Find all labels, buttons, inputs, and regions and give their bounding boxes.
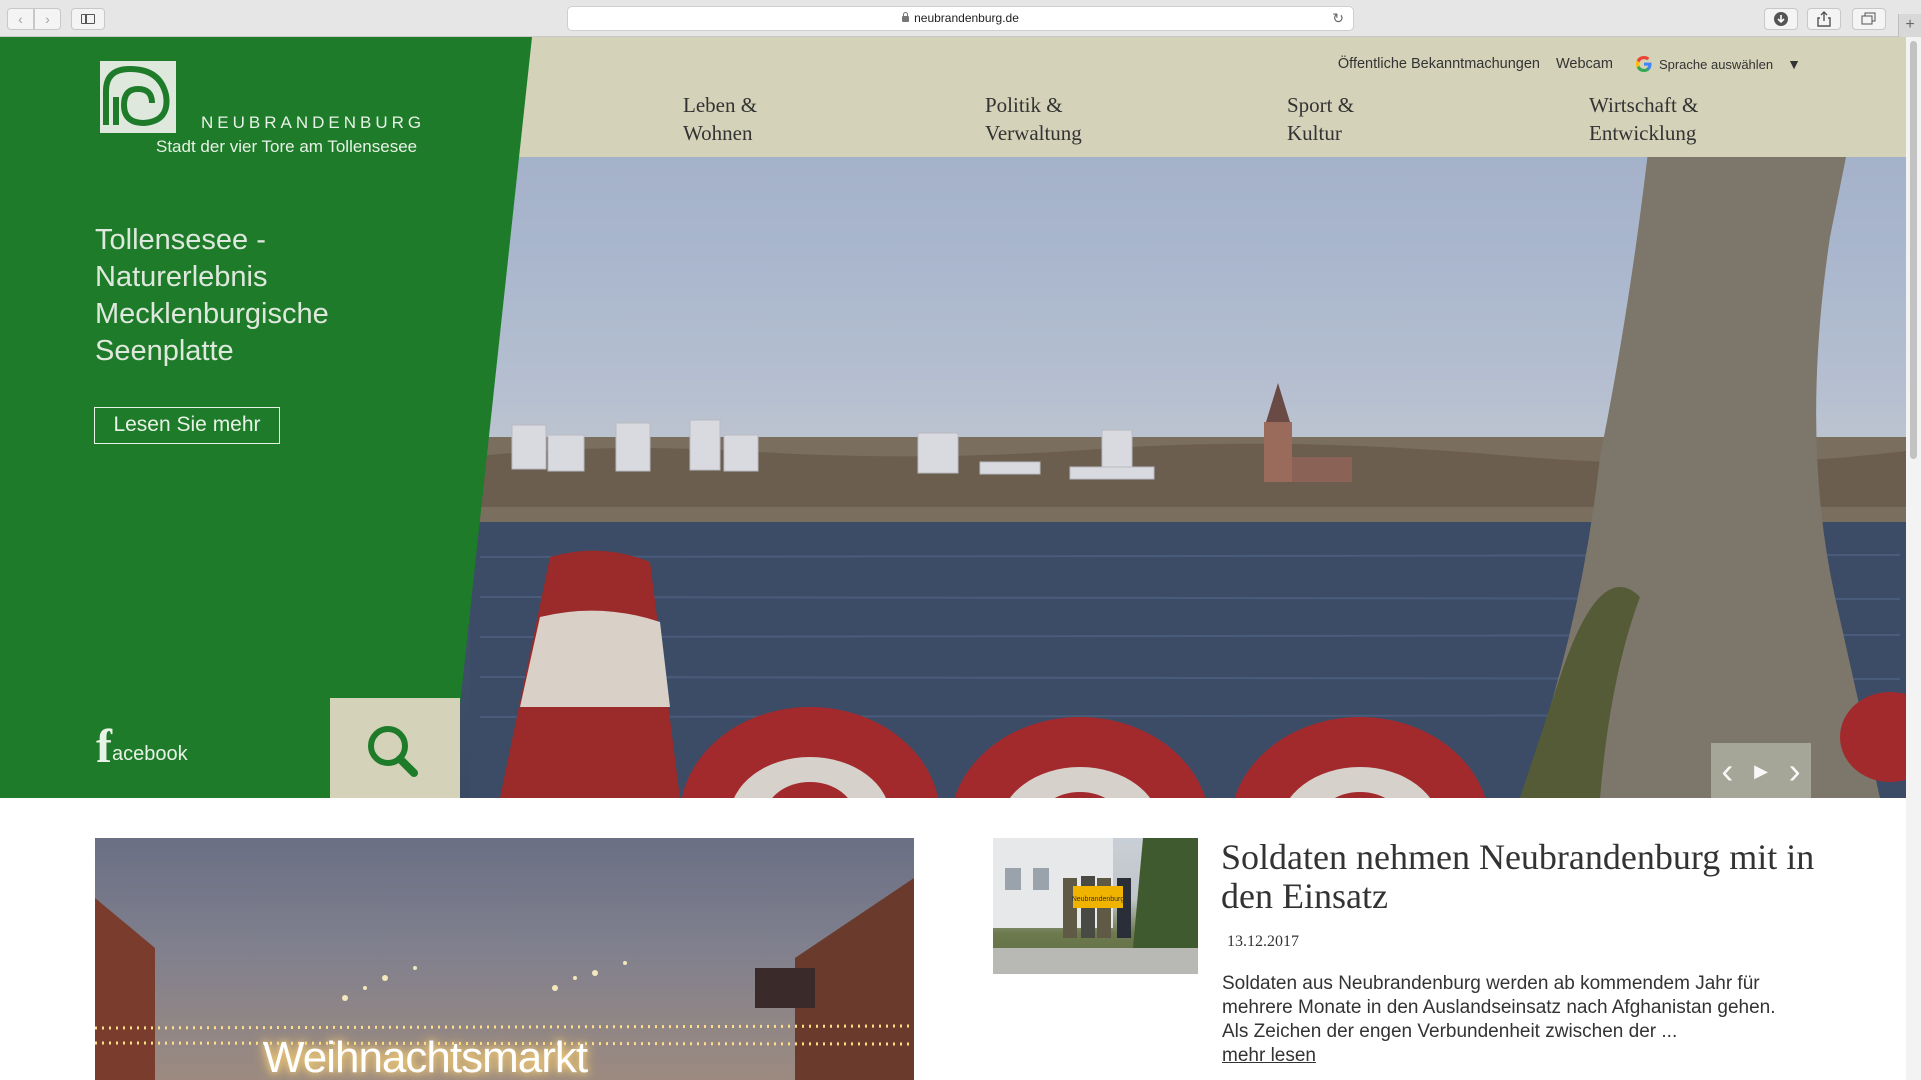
hero-green-panel: NEUBRANDENBURG Stadt der vier Tore am To…	[0, 37, 532, 798]
hero-section: Öffentliche Bekanntmachungen Webcam Spra…	[0, 37, 1906, 798]
nav-item-line1: Sport &	[1287, 93, 1355, 117]
city-logo[interactable]	[100, 61, 176, 133]
link-webcam[interactable]: Webcam	[1556, 56, 1613, 72]
nav-leben-wohnen[interactable]: Leben & Wohnen	[683, 91, 985, 147]
language-selector[interactable]: Sprache auswählen ▼	[1635, 55, 1801, 73]
plus-icon[interactable]: +	[1898, 14, 1921, 37]
facebook-label: acebook	[111, 743, 188, 765]
browser-toolbar: ‹ › neubrandenburg.de ↻ +	[0, 0, 1921, 37]
facebook-icon: f	[96, 720, 112, 773]
back-icon[interactable]: ‹	[7, 8, 34, 30]
nav-item-line1: Politik &	[985, 93, 1063, 117]
nav-item-line2: Wohnen	[683, 121, 753, 145]
news-teaser-text: Soldaten aus Neubrandenburg werden ab ko…	[1222, 973, 1776, 1042]
search-button[interactable]	[330, 698, 460, 798]
url-text: neubrandenburg.de	[914, 11, 1019, 25]
nav-politik-verwaltung[interactable]: Politik & Verwaltung	[985, 91, 1287, 147]
download-icon[interactable]	[1764, 8, 1798, 30]
nav-item-line1: Leben &	[683, 93, 758, 117]
slider-controls: ‹ ▶ ›	[1711, 743, 1811, 798]
news-date: 13.12.2017	[1227, 933, 1299, 950]
utility-links: Öffentliche Bekanntmachungen Webcam Spra…	[1338, 55, 1801, 73]
reload-icon[interactable]: ↻	[1332, 7, 1344, 30]
news-thumbnail[interactable]: Neubrandenburg	[993, 838, 1198, 974]
read-more-button[interactable]: Lesen Sie mehr	[94, 407, 280, 444]
main-navigation: Leben & Wohnen Politik & Verwaltung Spor…	[683, 91, 1891, 147]
address-bar[interactable]: neubrandenburg.de ↻	[567, 6, 1354, 31]
link-public-notices[interactable]: Öffentliche Bekanntmachungen	[1338, 56, 1540, 72]
lock-icon	[902, 12, 910, 22]
slider-next-button[interactable]: ›	[1789, 752, 1801, 789]
language-label: Sprache auswählen	[1658, 56, 1774, 72]
tabs-icon[interactable]	[1852, 8, 1886, 30]
forward-icon[interactable]: ›	[34, 8, 61, 30]
thumbnail-sign-text: Neubrandenburg	[1072, 896, 1125, 903]
nav-item-line2: Verwaltung	[985, 121, 1082, 145]
brand-name: NEUBRANDENBURG	[201, 113, 426, 132]
slider-prev-button[interactable]: ‹	[1721, 752, 1733, 789]
brand-tagline: Stadt der vier Tore am Tollensesee	[156, 137, 418, 156]
facebook-link[interactable]: facebook	[96, 723, 188, 771]
feature-image[interactable]: Weihnachtsmarkt	[95, 838, 914, 1080]
market-sign: Weihnachtsmarkt	[263, 1033, 588, 1080]
google-icon	[1635, 56, 1652, 72]
news-title[interactable]: Soldaten nehmen Neubrandenburg mit in de…	[1221, 838, 1821, 916]
nav-item-line1: Wirtschaft &	[1589, 93, 1699, 117]
slider-play-button[interactable]: ▶	[1754, 753, 1768, 789]
scrollbar-thumb[interactable]	[1910, 41, 1917, 459]
nav-sport-kultur[interactable]: Sport & Kultur	[1287, 91, 1589, 147]
news-teaser: Soldaten aus Neubrandenburg werden ab ko…	[1222, 972, 1792, 1068]
page-scrollbar[interactable]	[1906, 37, 1921, 1080]
share-icon[interactable]	[1807, 8, 1841, 30]
nav-item-line2: Kultur	[1287, 121, 1342, 145]
sidebar-icon[interactable]	[71, 8, 105, 30]
news-read-more-link[interactable]: mehr lesen	[1222, 1045, 1316, 1066]
news-thumbnail-scene: Neubrandenburg	[993, 838, 1198, 974]
search-icon	[368, 726, 418, 777]
nav-item-line2: Entwicklung	[1589, 121, 1697, 145]
hero-title: Tollensesee - Naturerlebnis Mecklenburgi…	[95, 224, 329, 367]
dropdown-arrow-icon: ▼	[1787, 56, 1801, 72]
nav-wirtschaft-entwicklung[interactable]: Wirtschaft & Entwicklung	[1589, 91, 1891, 147]
